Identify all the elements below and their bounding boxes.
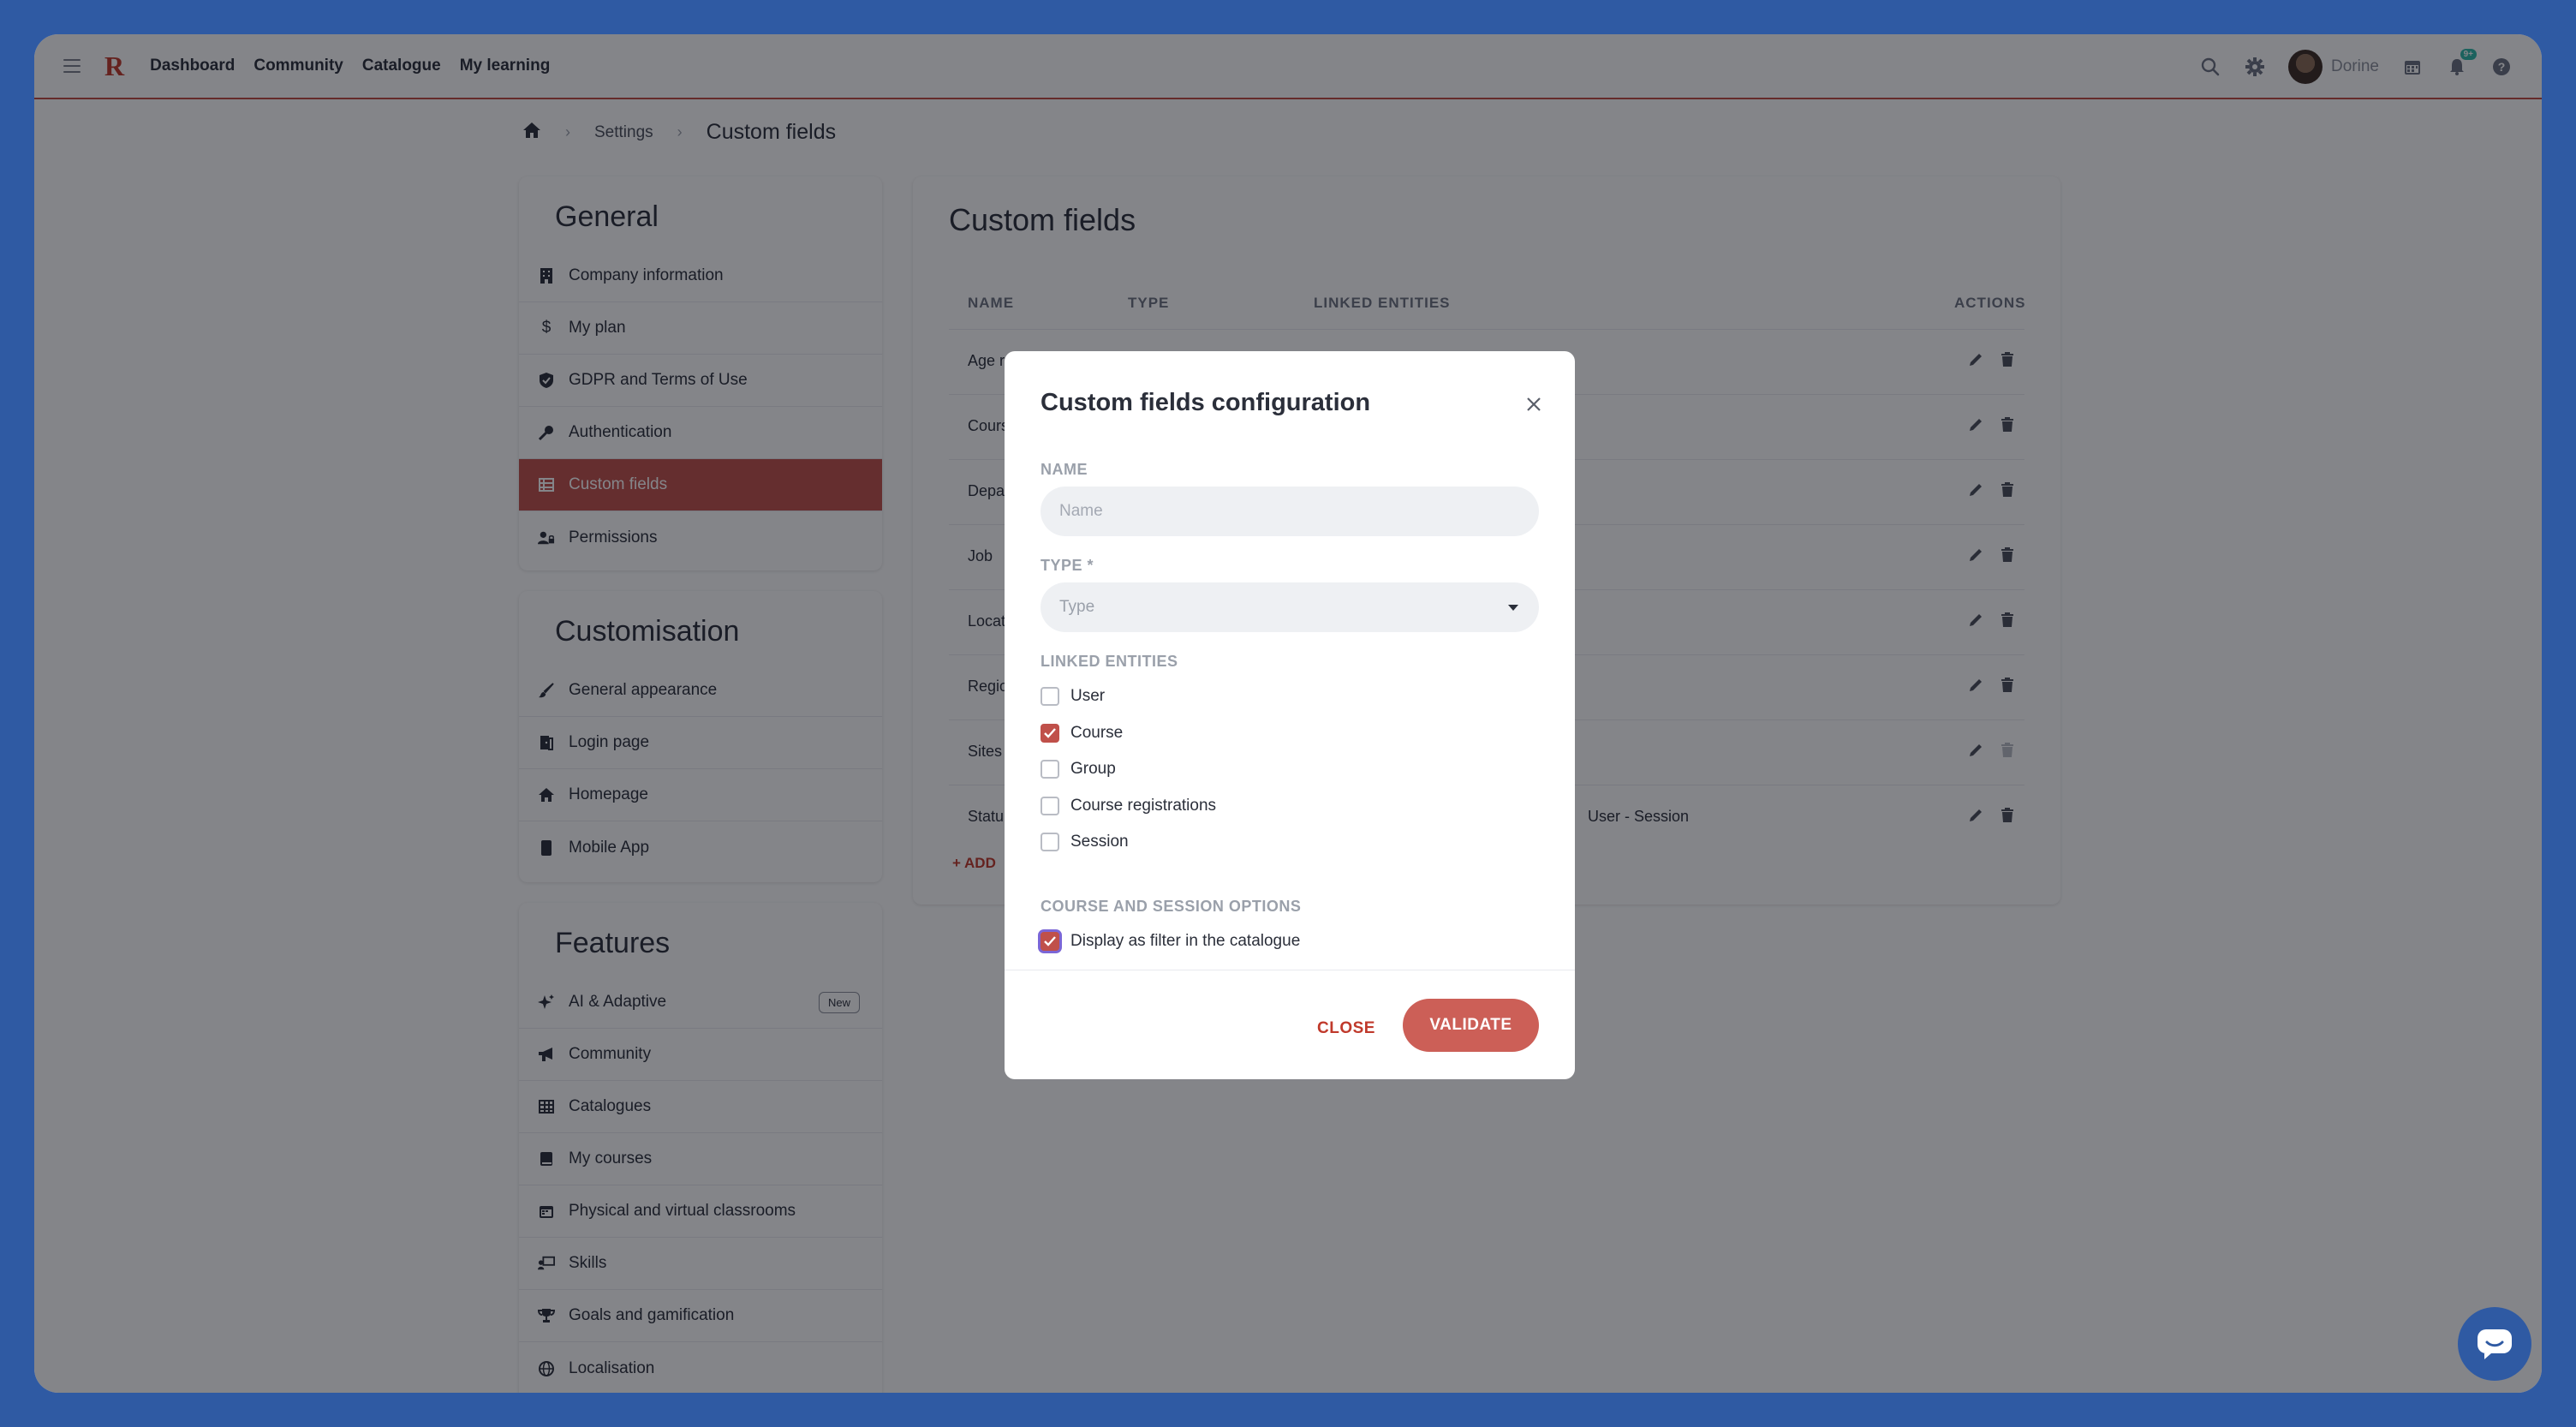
entity-checkbox-group[interactable]: Group [1041,760,1116,779]
checkbox-label: Session [1070,833,1129,851]
checkbox[interactable] [1041,687,1059,706]
checkbox-label: Course [1070,724,1124,742]
checkbox-label: Display as filter in the catalogue [1070,932,1301,950]
modal-title: Custom fields configuration [1041,389,1371,416]
type-select-placeholder: Type [1059,598,1095,616]
entity-checkbox-user[interactable]: User [1041,687,1105,706]
name-label: NAME [1041,461,1088,478]
entity-checkbox-session[interactable]: Session [1041,833,1129,851]
checkbox-label: User [1070,687,1106,705]
checkbox[interactable] [1041,797,1059,815]
validate-button[interactable]: VALIDATE [1403,999,1539,1052]
close-icon[interactable] [1525,396,1542,413]
close-button[interactable]: CLOSE [1317,1019,1375,1038]
checkbox-label: Group [1070,760,1116,778]
type-label: TYPE * [1041,557,1094,574]
chat-launcher-button[interactable] [2458,1307,2531,1381]
course-session-options-label: COURSE AND SESSION OPTIONS [1041,898,1302,915]
checkbox[interactable] [1041,932,1059,951]
app-window: R Dashboard Community Catalogue My learn… [34,34,2542,1393]
linked-entities-label: LINKED ENTITIES [1041,653,1178,670]
entity-checkbox-course[interactable]: Course [1041,724,1123,743]
check-icon [1044,936,1056,946]
entity-checkbox-course-registrations[interactable]: Course registrations [1041,797,1216,815]
caret-down-icon [1508,605,1518,611]
custom-fields-config-modal: Custom fields configuration NAME TYPE * … [1005,351,1575,1079]
display-filter-checkbox[interactable]: Display as filter in the catalogue [1041,932,1300,951]
checkbox[interactable] [1041,833,1059,851]
checkbox[interactable] [1041,760,1059,779]
check-icon [1044,728,1056,738]
checkbox-label: Course registrations [1070,797,1217,815]
chat-icon [2478,1329,2512,1359]
name-input[interactable] [1041,487,1539,536]
checkbox[interactable] [1041,724,1059,743]
type-select[interactable]: Type [1041,582,1539,632]
